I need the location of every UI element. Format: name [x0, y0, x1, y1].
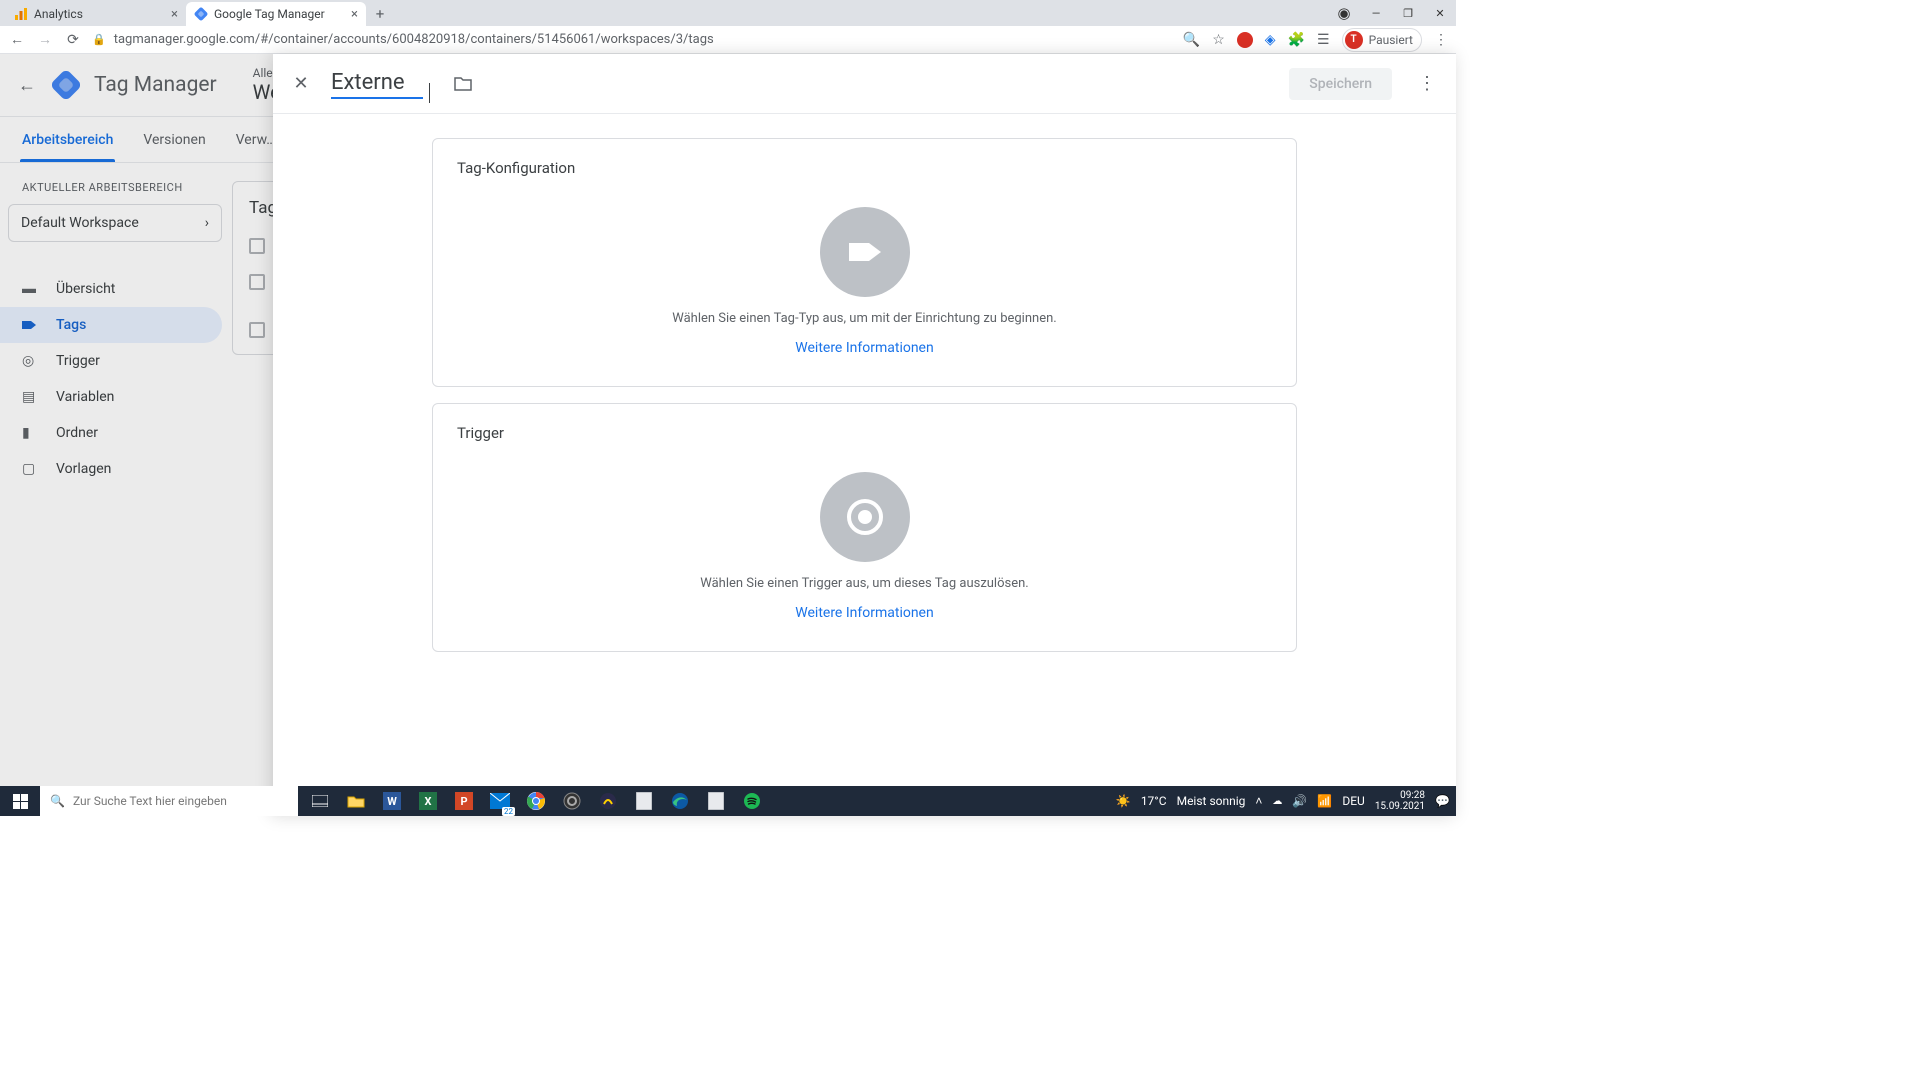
edge-icon[interactable] — [666, 787, 694, 815]
clock-date: 15.09.2021 — [1375, 801, 1425, 812]
window-controls: ◉ — ❐ ✕ — [1328, 0, 1456, 26]
modal-header: ✕ Speichern ⋮ — [273, 54, 1456, 114]
tag-config-hint: Wählen Sie einen Tag-Typ aus, um mit der… — [672, 311, 1056, 326]
minimize-button[interactable]: — — [1360, 0, 1392, 26]
ext-icon-red[interactable] — [1237, 32, 1253, 48]
browser-menu-icon[interactable]: ⋮ — [1434, 32, 1448, 48]
powerpoint-icon[interactable]: P — [450, 787, 478, 815]
close-icon[interactable]: × — [351, 7, 358, 22]
modal-body: Tag-Konfiguration Wählen Sie einen Tag-T… — [273, 114, 1456, 816]
text-caret — [429, 83, 430, 103]
url-text: tagmanager.google.com/#/container/accoun… — [114, 32, 714, 47]
trigger-panel[interactable]: Trigger Wählen Sie einen Trigger aus, um… — [432, 403, 1297, 652]
chrome-icon[interactable] — [522, 787, 550, 815]
account-circle-icon[interactable]: ◉ — [1328, 0, 1360, 26]
profile-initial: T — [1345, 31, 1363, 49]
app-icon-yellow[interactable] — [594, 787, 622, 815]
maximize-button[interactable]: ❐ — [1392, 0, 1424, 26]
tab-title: Google Tag Manager — [214, 7, 325, 21]
save-button[interactable]: Speichern — [1289, 68, 1392, 100]
svg-text:P: P — [460, 795, 467, 808]
browser-tab-gtm[interactable]: Google Tag Manager × — [186, 2, 366, 26]
explorer-icon[interactable] — [342, 787, 370, 815]
profile-chip[interactable]: T Pausiert — [1342, 28, 1422, 52]
folder-icon[interactable] — [454, 76, 472, 91]
nav-forward-icon[interactable]: → — [36, 31, 54, 48]
onedrive-icon[interactable]: ☁ — [1272, 796, 1282, 807]
app-icon-generic2[interactable] — [702, 787, 730, 815]
zoom-icon[interactable]: 🔍 — [1183, 32, 1200, 48]
weather-desc: Meist sonnig — [1177, 794, 1246, 808]
app-icon-generic1[interactable] — [630, 787, 658, 815]
lock-icon: 🔒 — [92, 33, 106, 46]
new-tab-button[interactable]: + — [366, 2, 394, 26]
panel-title: Trigger — [457, 424, 1272, 442]
page: ← Tag Manager Alle K… We… Arbeitsbereich… — [0, 54, 1456, 816]
ext-icon-tag[interactable]: ◈ — [1265, 32, 1276, 48]
word-icon[interactable]: W — [378, 787, 406, 815]
profile-status: Pausiert — [1369, 33, 1413, 47]
taskbar-search[interactable]: 🔍 Zur Suche Text hier eingeben — [40, 786, 298, 816]
mail-icon[interactable]: 22 — [486, 787, 514, 815]
trigger-more-link[interactable]: Weitere Informationen — [795, 605, 933, 621]
tag-placeholder-icon — [820, 207, 910, 297]
search-placeholder: Zur Suche Text hier eingeben — [73, 794, 227, 808]
spotify-icon[interactable] — [738, 787, 766, 815]
analytics-favicon — [14, 7, 28, 21]
reload-icon[interactable]: ⟳ — [64, 32, 82, 48]
close-modal-button[interactable]: ✕ — [285, 68, 317, 100]
panel-title: Tag-Konfiguration — [457, 159, 1272, 177]
clock[interactable]: 09:28 15.09.2021 — [1375, 790, 1425, 812]
tag-config-panel[interactable]: Tag-Konfiguration Wählen Sie einen Tag-T… — [432, 138, 1297, 387]
weather-temp: 17°C — [1141, 794, 1167, 808]
trigger-placeholder-icon — [820, 472, 910, 562]
calendar-badge: 22 — [502, 807, 515, 816]
extensions-icon[interactable]: 🧩 — [1288, 32, 1305, 48]
gtm-favicon — [194, 7, 208, 21]
search-icon: 🔍 — [50, 794, 65, 808]
browser-tab-strip: Analytics × Google Tag Manager × + ◉ — ❐… — [0, 0, 1456, 26]
reading-list-icon[interactable]: ☰ — [1317, 32, 1330, 48]
weather-icon[interactable]: ☀️ — [1116, 794, 1131, 808]
tab-title: Analytics — [34, 7, 83, 21]
star-icon[interactable]: ☆ — [1212, 32, 1225, 48]
task-view-icon[interactable] — [306, 787, 334, 815]
svg-text:X: X — [425, 795, 432, 808]
obs-icon[interactable] — [558, 787, 586, 815]
svg-text:W: W — [387, 795, 397, 808]
action-center-icon[interactable]: 💬 — [1435, 794, 1450, 808]
volume-icon[interactable]: 🔊 — [1292, 794, 1307, 808]
trigger-hint: Wählen Sie einen Trigger aus, um dieses … — [700, 576, 1028, 591]
input-lang[interactable]: DEU — [1342, 794, 1364, 808]
nav-back-icon[interactable]: ← — [8, 31, 26, 48]
network-icon[interactable]: 📶 — [1317, 794, 1332, 808]
close-window-button[interactable]: ✕ — [1424, 0, 1456, 26]
windows-taskbar: 🔍 Zur Suche Text hier eingeben W X P 22 … — [0, 786, 1456, 816]
start-button[interactable] — [0, 786, 40, 816]
tag-editor-modal: ✕ Speichern ⋮ Tag-Konfiguration Wählen S… — [273, 54, 1456, 816]
tag-config-more-link[interactable]: Weitere Informationen — [795, 340, 933, 356]
url-field[interactable]: 🔒 tagmanager.google.com/#/container/acco… — [92, 32, 1173, 47]
more-menu-icon[interactable]: ⋮ — [1418, 73, 1436, 94]
excel-icon[interactable]: X — [414, 787, 442, 815]
clock-time: 09:28 — [1375, 790, 1425, 801]
close-icon[interactable]: × — [171, 7, 178, 22]
tag-name-input[interactable] — [331, 68, 423, 99]
address-bar: ← → ⟳ 🔒 tagmanager.google.com/#/containe… — [0, 26, 1456, 54]
tray-chevron-icon[interactable]: ˄ — [1255, 794, 1262, 808]
browser-tab-analytics[interactable]: Analytics × — [6, 2, 186, 26]
